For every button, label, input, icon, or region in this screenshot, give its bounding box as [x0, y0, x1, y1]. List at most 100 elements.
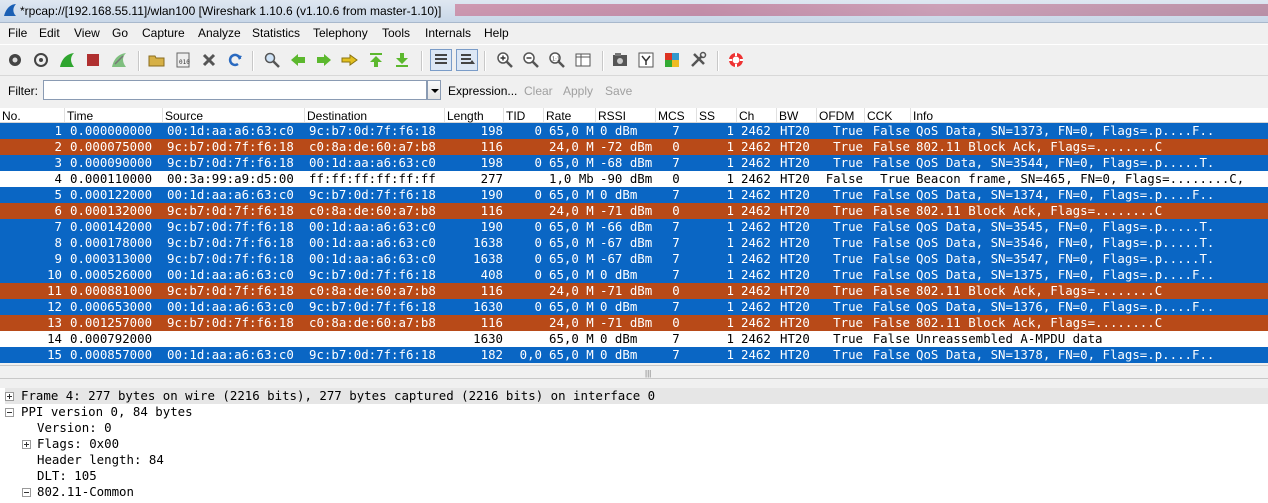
column-header-length[interactable]: Length [447, 109, 484, 123]
go-forward-icon[interactable] [315, 51, 333, 69]
pane-splitter[interactable]: ||| [0, 365, 1268, 379]
column-divider[interactable] [864, 108, 865, 122]
packet-details-pane[interactable]: Frame 4: 277 bytes on wire (2216 bits), … [0, 388, 1268, 503]
filter-input[interactable] [43, 80, 427, 100]
go-to-packet-icon[interactable] [341, 51, 359, 69]
packet-row[interactable]: 8 0.000178000 9c:b7:0d:7f:f6:18 00:1d:aa:a6… [0, 235, 1268, 251]
colorize-icon[interactable] [430, 49, 452, 71]
detail-tree-item[interactable]: Version: 0 [22, 420, 1268, 436]
column-header-ss[interactable]: SS [699, 109, 715, 123]
save-filter-button[interactable]: Save [605, 84, 632, 98]
preferences-icon[interactable] [689, 51, 707, 69]
menu-view[interactable]: View [74, 26, 100, 40]
close-file-icon[interactable] [200, 51, 218, 69]
column-header-ofdm[interactable]: OFDM [819, 109, 854, 123]
packet-row[interactable]: 11 0.000881000 9c:b7:0d:7f:f6:18 c0:8a:de:6… [0, 283, 1268, 299]
packet-row[interactable]: 4 0.000110000 00:3a:99:a9:d5:00 ff:ff:ff:ff… [0, 171, 1268, 187]
packet-row[interactable]: 9 0.000313000 9c:b7:0d:7f:f6:18 00:1d:aa:a6… [0, 251, 1268, 267]
packet-list[interactable]: 1 0.000000000 00:1d:aa:a6:63:c0 9c:b7:0d:7f… [0, 123, 1268, 363]
column-divider[interactable] [444, 108, 445, 122]
column-header-rssi[interactable]: RSSI [598, 109, 626, 123]
packet-row[interactable]: 1 0.000000000 00:1d:aa:a6:63:c0 9c:b7:0d:7f… [0, 123, 1268, 139]
collapse-icon[interactable] [5, 408, 14, 417]
packet-row[interactable]: 3 0.000090000 9c:b7:0d:7f:f6:18 00:1d:aa:a6… [0, 155, 1268, 171]
menu-analyze[interactable]: Analyze [198, 26, 241, 40]
column-divider[interactable] [64, 108, 65, 122]
detail-tree-item[interactable]: Header length: 84 [22, 452, 1268, 468]
column-header-time[interactable]: Time [67, 109, 93, 123]
save-file-icon[interactable]: 010 [174, 51, 192, 69]
column-divider[interactable] [162, 108, 163, 122]
go-back-icon[interactable] [289, 51, 307, 69]
open-file-icon[interactable] [148, 51, 166, 69]
column-header-info[interactable]: Info [913, 109, 933, 123]
menu-edit[interactable]: Edit [39, 26, 60, 40]
start-capture-icon[interactable] [58, 51, 76, 69]
interfaces-icon[interactable] [6, 51, 24, 69]
options-icon[interactable] [32, 51, 50, 69]
column-header-cck[interactable]: CCK [867, 109, 892, 123]
column-header-mcs[interactable]: MCS [658, 109, 685, 123]
menu-internals[interactable]: Internals [425, 26, 471, 40]
restart-capture-icon[interactable] [110, 51, 128, 69]
column-divider[interactable] [736, 108, 737, 122]
apply-button[interactable]: Apply [563, 84, 593, 98]
coloring-rules-icon[interactable] [663, 51, 681, 69]
column-header-ch[interactable]: Ch [739, 109, 754, 123]
menu-statistics[interactable]: Statistics [252, 26, 300, 40]
resize-columns-icon[interactable] [574, 51, 592, 69]
normal-size-icon[interactable]: 1:1 [548, 51, 566, 69]
menu-file[interactable]: File [8, 26, 27, 40]
help-icon[interactable] [727, 51, 745, 69]
auto-scroll-icon[interactable] [456, 49, 478, 71]
detail-tree-item[interactable]: 802.11-Common [22, 484, 1268, 500]
column-divider[interactable] [503, 108, 504, 122]
clear-button[interactable]: Clear [524, 84, 553, 98]
detail-tree-item[interactable]: Flags: 0x00 [22, 436, 1268, 452]
column-header-tid[interactable]: TID [506, 109, 525, 123]
expand-icon[interactable] [5, 392, 14, 401]
menu-tools[interactable]: Tools [382, 26, 410, 40]
menu-telephony[interactable]: Telephony [313, 26, 368, 40]
column-divider[interactable] [304, 108, 305, 122]
packet-row[interactable]: 15 0.000857000 00:1d:aa:a6:63:c0 9c:b7:0d:7… [0, 347, 1268, 363]
column-divider[interactable] [595, 108, 596, 122]
zoom-in-icon[interactable] [496, 51, 514, 69]
capture-filters-icon[interactable] [611, 51, 629, 69]
expand-icon[interactable] [22, 440, 31, 449]
packet-row[interactable]: 13 0.001257000 9c:b7:0d:7f:f6:18 c0:8a:de:6… [0, 315, 1268, 331]
column-divider[interactable] [543, 108, 544, 122]
column-divider[interactable] [696, 108, 697, 122]
column-divider[interactable] [816, 108, 817, 122]
stop-capture-icon[interactable] [84, 51, 102, 69]
find-icon[interactable] [263, 51, 281, 69]
menu-help[interactable]: Help [484, 26, 509, 40]
filter-dropdown-button[interactable] [427, 80, 441, 100]
detail-tree-item[interactable]: PPI version 0, 84 bytes [5, 404, 1268, 420]
collapse-icon[interactable] [22, 488, 31, 497]
splitter-grip[interactable]: ||| [645, 369, 651, 378]
column-header-rate[interactable]: Rate [546, 109, 571, 123]
packet-row[interactable]: 5 0.000122000 00:1d:aa:a6:63:c0 9c:b7:0d:7f… [0, 187, 1268, 203]
column-header-destination[interactable]: Destination [307, 109, 367, 123]
column-header-bw[interactable]: BW [779, 109, 798, 123]
go-first-icon[interactable] [367, 51, 385, 69]
column-divider[interactable] [776, 108, 777, 122]
column-divider[interactable] [910, 108, 911, 122]
zoom-out-icon[interactable] [522, 51, 540, 69]
menu-go[interactable]: Go [112, 26, 128, 40]
expression-button[interactable]: Expression... [448, 84, 517, 98]
packet-row[interactable]: 2 0.000075000 9c:b7:0d:7f:f6:18 c0:8a:de:60… [0, 139, 1268, 155]
packet-row[interactable]: 7 0.000142000 9c:b7:0d:7f:f6:18 00:1d:aa:a6… [0, 219, 1268, 235]
reload-icon[interactable] [226, 51, 244, 69]
display-filters-icon[interactable] [637, 51, 655, 69]
go-last-icon[interactable] [393, 51, 411, 69]
detail-tree-item[interactable]: DLT: 105 [22, 468, 1268, 484]
packet-row[interactable]: 12 0.000653000 00:1d:aa:a6:63:c0 9c:b7:0d:7… [0, 299, 1268, 315]
packet-row[interactable]: 6 0.000132000 9c:b7:0d:7f:f6:18 c0:8a:de:60… [0, 203, 1268, 219]
detail-tree-item[interactable]: Frame 4: 277 bytes on wire (2216 bits), … [5, 388, 1268, 404]
column-divider[interactable] [655, 108, 656, 122]
menu-capture[interactable]: Capture [142, 26, 185, 40]
packet-row[interactable]: 10 0.000526000 00:1d:aa:a6:63:c0 9c:b7:0d:7… [0, 267, 1268, 283]
column-header-source[interactable]: Source [165, 109, 203, 123]
